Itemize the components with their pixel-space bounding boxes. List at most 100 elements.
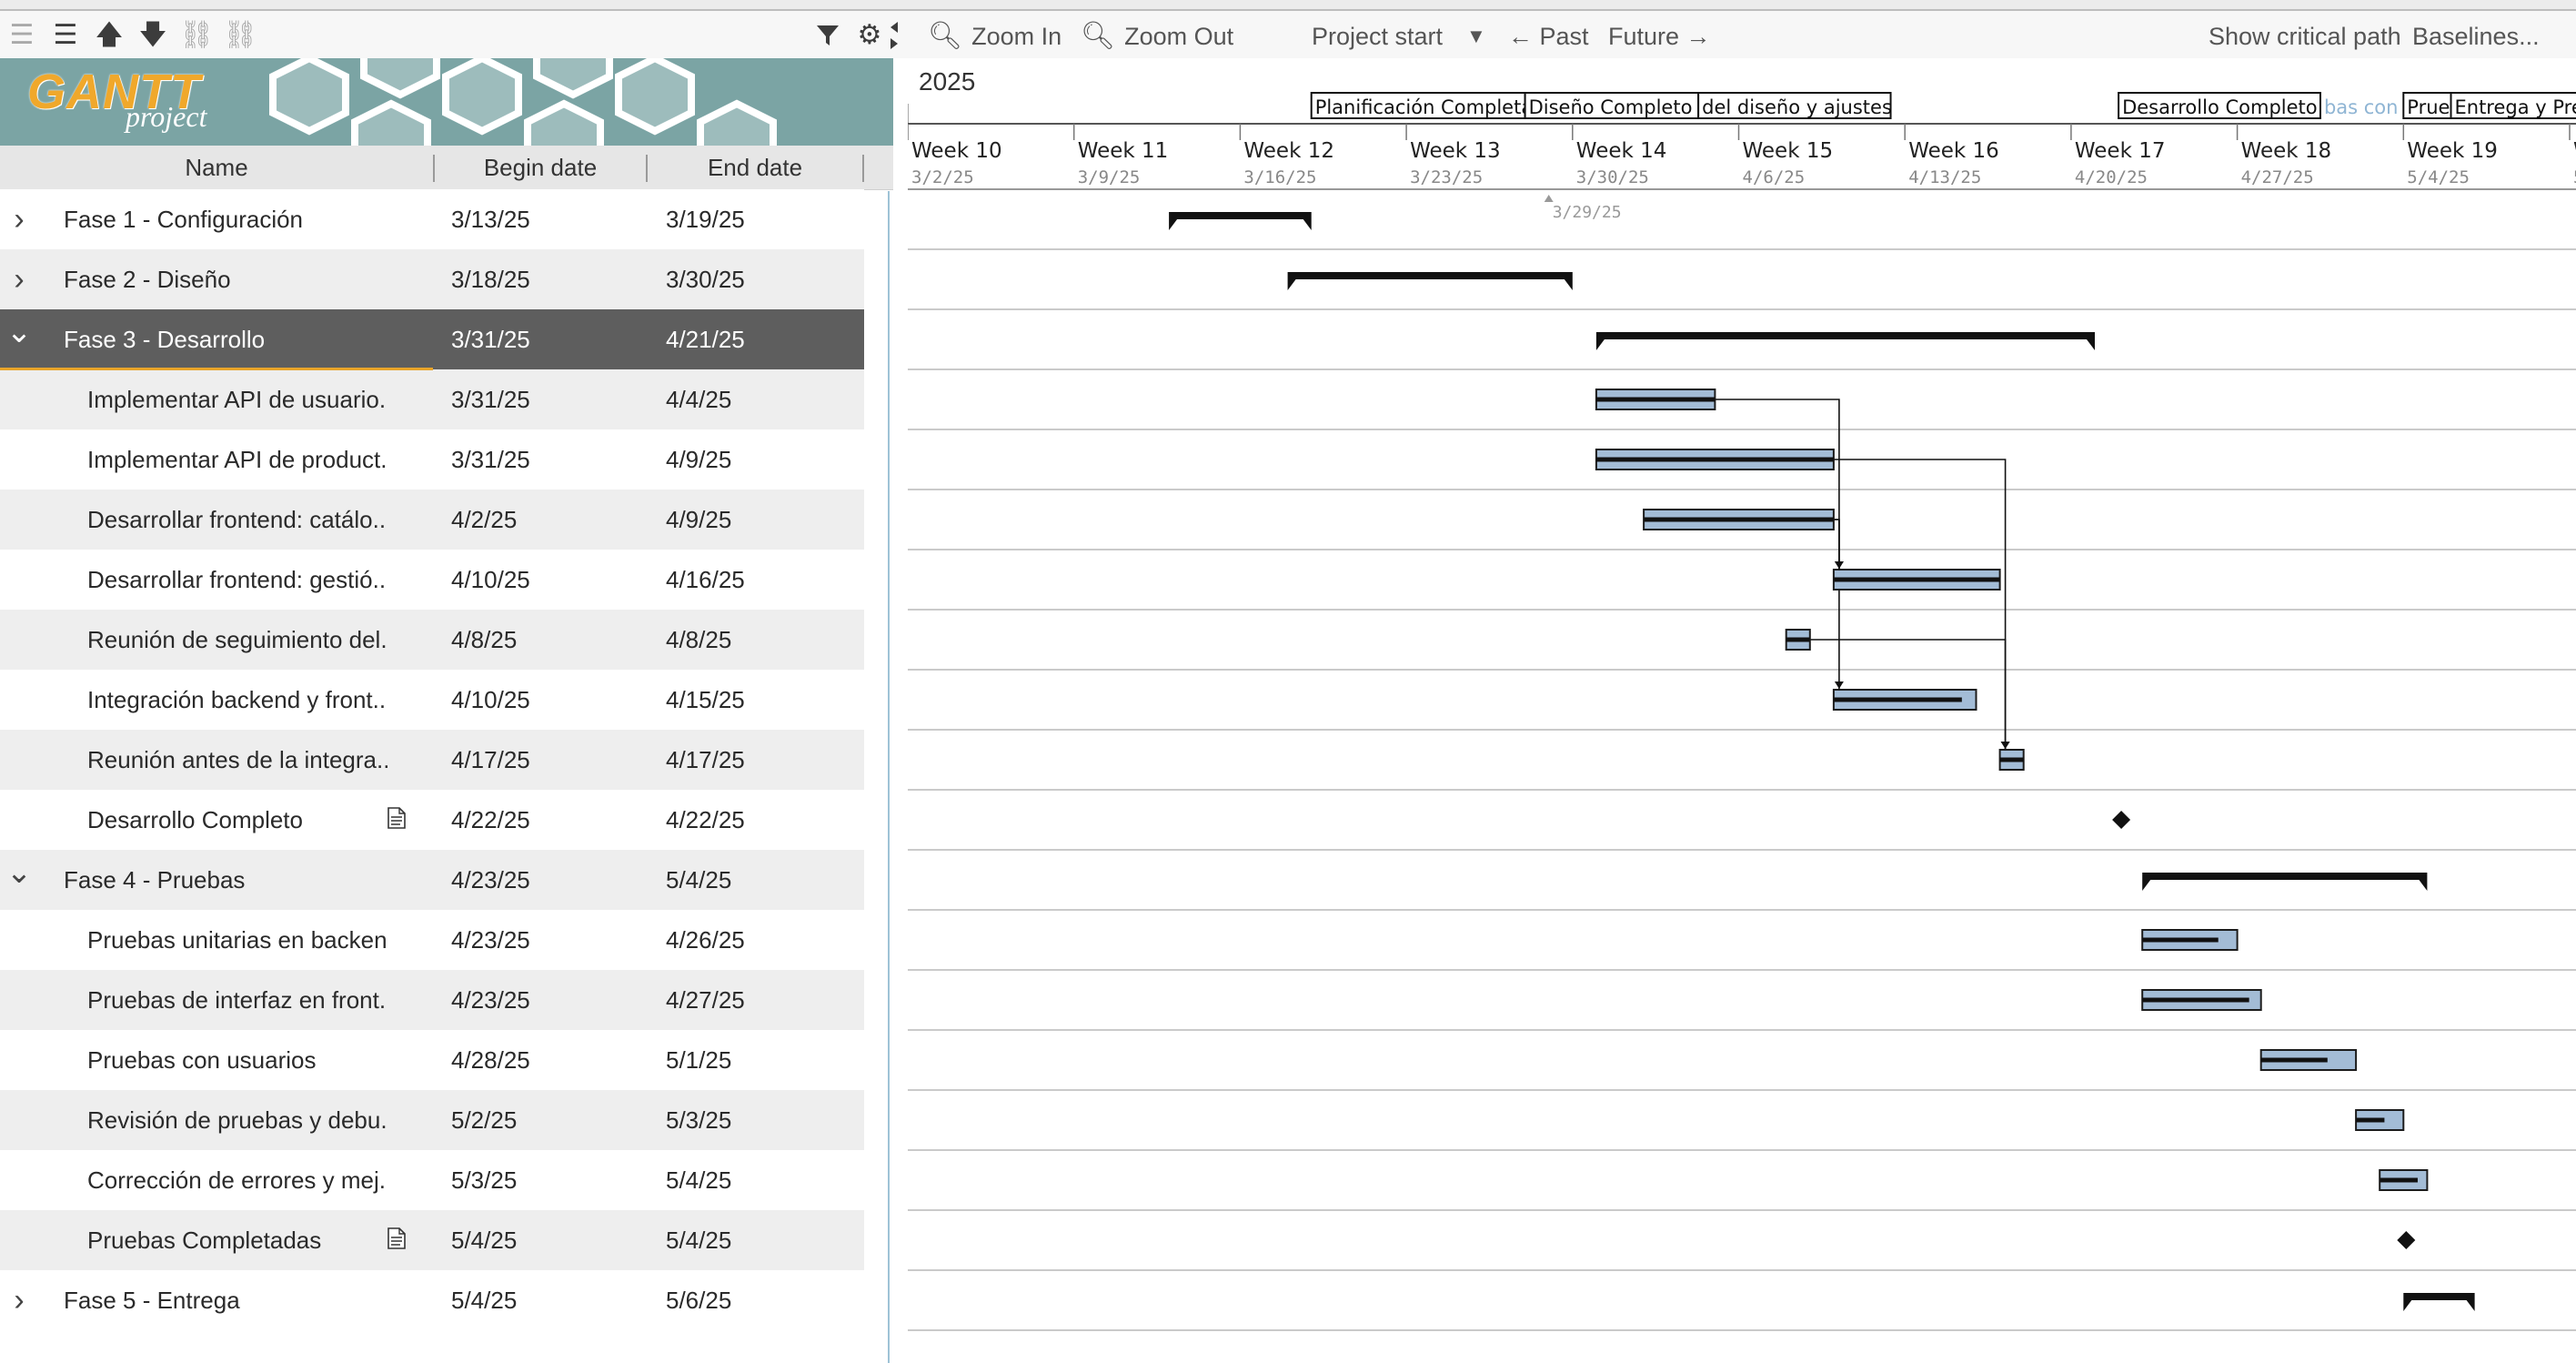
task-begin-date[interactable]: 3/18/25	[451, 249, 633, 309]
task-name[interactable]: Fase 1 - Configuración	[64, 189, 428, 249]
task-end-date[interactable]: 4/21/25	[666, 309, 848, 369]
task-name[interactable]: Pruebas de interfaz en front...	[87, 970, 387, 1030]
collapse-arrows-icon[interactable]	[888, 20, 901, 51]
task-row[interactable]: › Fase 5 - Entrega 5/4/25 5/6/25	[0, 1270, 864, 1330]
unindent-icon[interactable]: ☰	[4, 20, 40, 51]
column-header-name[interactable]: Name	[0, 146, 433, 189]
task-row[interactable]: Pruebas con usuarios 4/28/25 5/1/25	[0, 1030, 864, 1090]
task-row[interactable]: Revisión de pruebas y debu... 5/2/25 5/3/2…	[0, 1090, 864, 1150]
task-row[interactable]: Implementar API de product... 3/31/25 4/9/…	[0, 429, 864, 490]
pane-splitter[interactable]	[888, 191, 895, 1363]
task-end-date[interactable]: 4/15/25	[666, 670, 848, 730]
baselines-button[interactable]: Baselines...	[2412, 22, 2540, 51]
task-name[interactable]: Revisión de pruebas y debu...	[87, 1090, 387, 1150]
task-name[interactable]: Desarrollar frontend: gestió...	[87, 550, 387, 610]
task-row[interactable]: Corrección de errores y mej... 5/3/25 5/4/…	[0, 1150, 864, 1210]
link-icon[interactable]: ⛓	[178, 20, 215, 51]
task-end-date[interactable]: 4/8/25	[666, 610, 848, 670]
indent-icon[interactable]: ☰	[47, 20, 84, 51]
task-row[interactable]: Implementar API de usuario... 3/31/25 4/4/…	[0, 369, 864, 429]
task-row[interactable]: ⌄ Fase 3 - Desarrollo 3/31/25 4/21/25	[0, 309, 864, 369]
task-end-date[interactable]: 5/4/25	[666, 1210, 848, 1270]
task-begin-date[interactable]: 3/31/25	[451, 369, 633, 429]
task-name[interactable]: Desarrollar frontend: catálo...	[87, 490, 387, 550]
task-end-date[interactable]: 4/4/25	[666, 369, 848, 429]
task-end-date[interactable]: 4/27/25	[666, 970, 848, 1030]
move-down-icon[interactable]: 🡇	[135, 20, 171, 51]
task-begin-date[interactable]: 4/17/25	[451, 730, 633, 790]
task-name[interactable]: Fase 5 - Entrega	[64, 1270, 428, 1330]
task-begin-date[interactable]: 3/31/25	[451, 309, 633, 369]
task-name[interactable]: Pruebas Completadas	[87, 1210, 387, 1270]
task-begin-date[interactable]: 3/31/25	[451, 429, 633, 490]
unlink-icon[interactable]: ⛓	[222, 20, 258, 51]
task-name[interactable]: Fase 4 - Pruebas	[64, 850, 428, 910]
zoom-in-button[interactable]: 🔍︎ Zoom In	[928, 22, 1062, 51]
task-name[interactable]: Integración backend y front...	[87, 670, 387, 730]
summary-task-bar[interactable]	[2403, 1293, 2475, 1311]
task-row[interactable]: › Fase 1 - Configuración 3/13/25 3/19/25	[0, 189, 864, 249]
task-name[interactable]: Fase 2 - Diseño	[64, 249, 428, 309]
task-begin-date[interactable]: 4/2/25	[451, 490, 633, 550]
chevron-down-icon[interactable]: ⌄	[5, 309, 33, 369]
note-icon[interactable]	[387, 807, 406, 829]
task-begin-date[interactable]: 3/13/25	[451, 189, 633, 249]
filter-icon[interactable]	[810, 20, 846, 51]
project-start-dropdown-icon[interactable]: ▼	[1466, 22, 1486, 51]
note-icon[interactable]	[387, 1227, 406, 1249]
task-begin-date[interactable]: 4/10/25	[451, 670, 633, 730]
task-end-date[interactable]: 5/4/25	[666, 1150, 848, 1210]
chevron-right-icon[interactable]: ›	[5, 189, 33, 249]
task-end-date[interactable]: 4/16/25	[666, 550, 848, 610]
task-end-date[interactable]: 3/19/25	[666, 189, 848, 249]
task-name[interactable]: Implementar API de usuario...	[87, 369, 387, 429]
task-end-date[interactable]: 4/17/25	[666, 730, 848, 790]
task-name[interactable]: Pruebas con usuarios	[87, 1030, 387, 1090]
summary-task-bar[interactable]	[1287, 272, 1573, 290]
task-begin-date[interactable]: 4/28/25	[451, 1030, 633, 1090]
project-start-button[interactable]: Project start	[1312, 22, 1443, 51]
gantt-chart-area[interactable]: 2025 Planificación Completa Diseño Comple…	[908, 58, 2576, 1363]
column-header-begin-date[interactable]: Begin date	[435, 146, 646, 189]
task-begin-date[interactable]: 5/2/25	[451, 1090, 633, 1150]
task-row[interactable]: Reunión de seguimiento del... 4/8/25 4/8/2…	[0, 610, 864, 670]
task-begin-date[interactable]: 4/23/25	[451, 970, 633, 1030]
chevron-right-icon[interactable]: ›	[5, 249, 33, 309]
task-name[interactable]: Reunión antes de la integra...	[87, 730, 387, 790]
milestone-diamond[interactable]	[2397, 1231, 2416, 1249]
task-begin-date[interactable]: 5/4/25	[451, 1270, 633, 1330]
task-name[interactable]: Reunión de seguimiento del...	[87, 610, 387, 670]
task-row[interactable]: Desarrollo Completo 4/22/25 4/22/25	[0, 790, 864, 850]
past-button[interactable]: ← Past	[1508, 22, 1589, 51]
task-end-date[interactable]: 4/22/25	[666, 790, 848, 850]
task-begin-date[interactable]: 5/4/25	[451, 1210, 633, 1270]
task-end-date[interactable]: 4/26/25	[666, 910, 848, 970]
task-row[interactable]: Reunión antes de la integra... 4/17/25 4/1…	[0, 730, 864, 790]
task-end-date[interactable]: 5/1/25	[666, 1030, 848, 1090]
milestone-diamond[interactable]	[2112, 811, 2131, 829]
task-name[interactable]: Fase 3 - Desarrollo	[64, 309, 428, 369]
task-end-date[interactable]: 4/9/25	[666, 490, 848, 550]
task-end-date[interactable]: 3/30/25	[666, 249, 848, 309]
task-row[interactable]: ⌄ Fase 4 - Pruebas 4/23/25 5/4/25	[0, 850, 864, 910]
column-separator[interactable]	[862, 155, 864, 182]
task-name[interactable]: Desarrollo Completo	[87, 790, 387, 850]
show-critical-path-button[interactable]: Show critical path	[2209, 22, 2401, 51]
chevron-down-icon[interactable]: ⌄	[5, 850, 33, 910]
summary-task-bar[interactable]	[2142, 873, 2428, 891]
zoom-out-button[interactable]: 🔍︎ Zoom Out	[1081, 22, 1233, 51]
summary-task-bar[interactable]	[1169, 212, 1312, 230]
task-end-date[interactable]: 5/3/25	[666, 1090, 848, 1150]
task-row[interactable]: Integración backend y front... 4/10/25 4/1…	[0, 670, 864, 730]
chevron-right-icon[interactable]: ›	[5, 1270, 33, 1330]
task-name[interactable]: Pruebas unitarias en backend	[87, 910, 387, 970]
task-row[interactable]: Pruebas Completadas 5/4/25 5/4/25	[0, 1210, 864, 1270]
task-begin-date[interactable]: 4/8/25	[451, 610, 633, 670]
task-begin-date[interactable]: 4/23/25	[451, 910, 633, 970]
task-begin-date[interactable]: 4/22/25	[451, 790, 633, 850]
task-row[interactable]: Pruebas de interfaz en front... 4/23/25 4/…	[0, 970, 864, 1030]
task-begin-date[interactable]: 4/10/25	[451, 550, 633, 610]
task-begin-date[interactable]: 5/3/25	[451, 1150, 633, 1210]
settings-gear-icon[interactable]: ⚙	[851, 20, 888, 51]
column-header-end-date[interactable]: End date	[648, 146, 862, 189]
